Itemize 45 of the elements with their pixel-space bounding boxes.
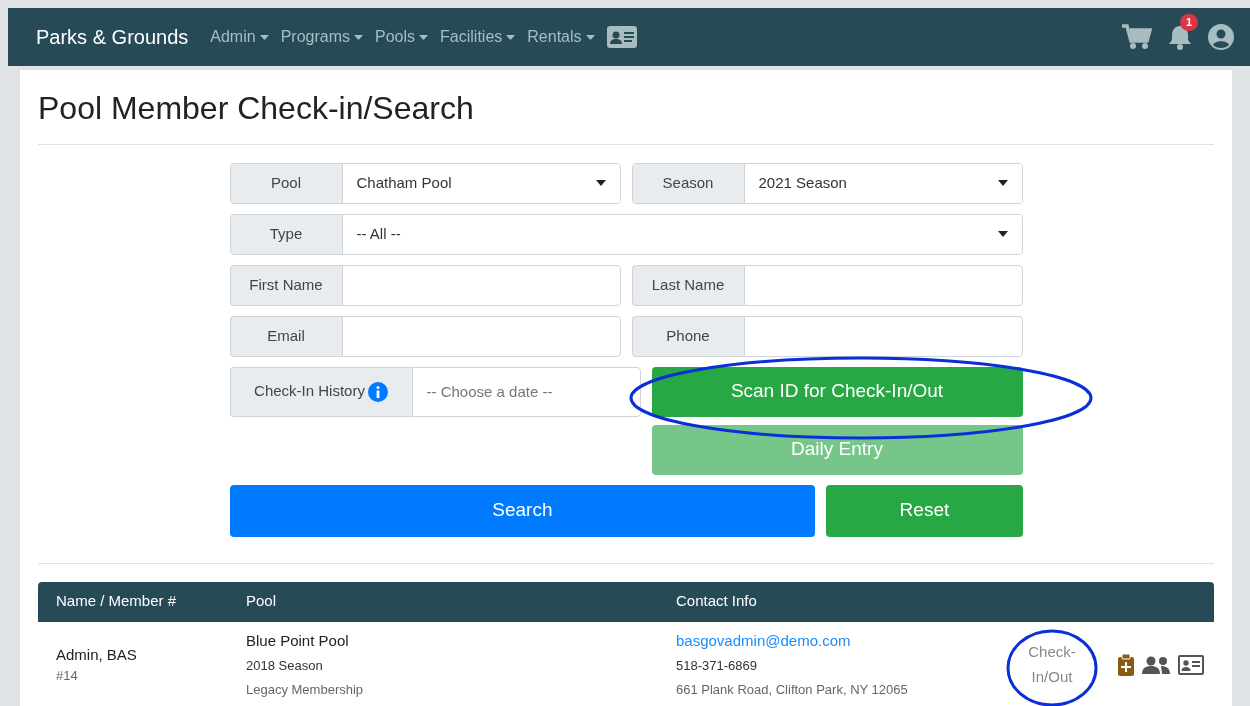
nav-menu[interactable]: Admin (210, 25, 269, 49)
address-text: 661 Plank Road, Clifton Park, NY 12065 (676, 680, 909, 699)
input-field[interactable] (743, 315, 1023, 357)
caret-icon (506, 34, 516, 40)
field-label: Last Name (631, 264, 744, 306)
field-label: Check-In History (254, 381, 365, 402)
user-avatar-icon[interactable] (1208, 24, 1234, 50)
column-header: Pool (245, 591, 278, 612)
nav-menu[interactable]: Programs (280, 25, 363, 49)
phone-number: 518-371-6869 (676, 657, 758, 676)
scan-id-button[interactable]: Scan ID for Check-In/Out (651, 366, 1023, 417)
caret-icon (354, 34, 363, 40)
field-label: First Name (229, 264, 342, 306)
clipboard-plus-icon[interactable] (1118, 653, 1134, 676)
search-button[interactable]: Search (229, 484, 816, 537)
id-card-icon[interactable] (606, 26, 637, 48)
id-card-icon[interactable] (1178, 654, 1204, 675)
input-field[interactable] (341, 315, 621, 357)
notification-count: 1 (1180, 14, 1199, 31)
nav-menu[interactable]: Rentals (527, 25, 595, 49)
membership-type: Legacy Membership (246, 680, 365, 699)
date-field[interactable]: -- Choose a date -- (411, 366, 641, 417)
caret-icon (585, 34, 595, 40)
caret-icon (419, 34, 429, 40)
member-name: Admin, BAS (56, 644, 138, 665)
page-title: Pool Member Check-in/Search (38, 89, 475, 128)
season-name: 2018 Season (246, 657, 324, 676)
input-field[interactable] (341, 264, 621, 306)
nav-menu[interactable]: Facilities (440, 25, 516, 49)
column-header: Contact Info (675, 591, 758, 612)
notification-bell-icon[interactable] (1168, 24, 1192, 50)
field-label: Phone (631, 315, 744, 357)
member-number: #14 (56, 667, 79, 686)
info-icon[interactable] (367, 381, 388, 402)
field-label: Email (229, 315, 342, 357)
cart-icon[interactable] (1122, 24, 1152, 50)
brand-name[interactable]: Parks & Grounds (36, 22, 189, 52)
reset-button[interactable]: Reset (826, 484, 1023, 537)
nav-menu[interactable]: Pools (375, 25, 429, 49)
caret-icon (259, 34, 269, 40)
column-header: Name / Member # (55, 591, 178, 612)
email-link[interactable]: basgovadmin@demo.com (676, 631, 851, 649)
users-icon[interactable] (1142, 655, 1170, 674)
pool-name: Blue Point Pool (246, 630, 350, 651)
input-field[interactable] (743, 264, 1023, 306)
